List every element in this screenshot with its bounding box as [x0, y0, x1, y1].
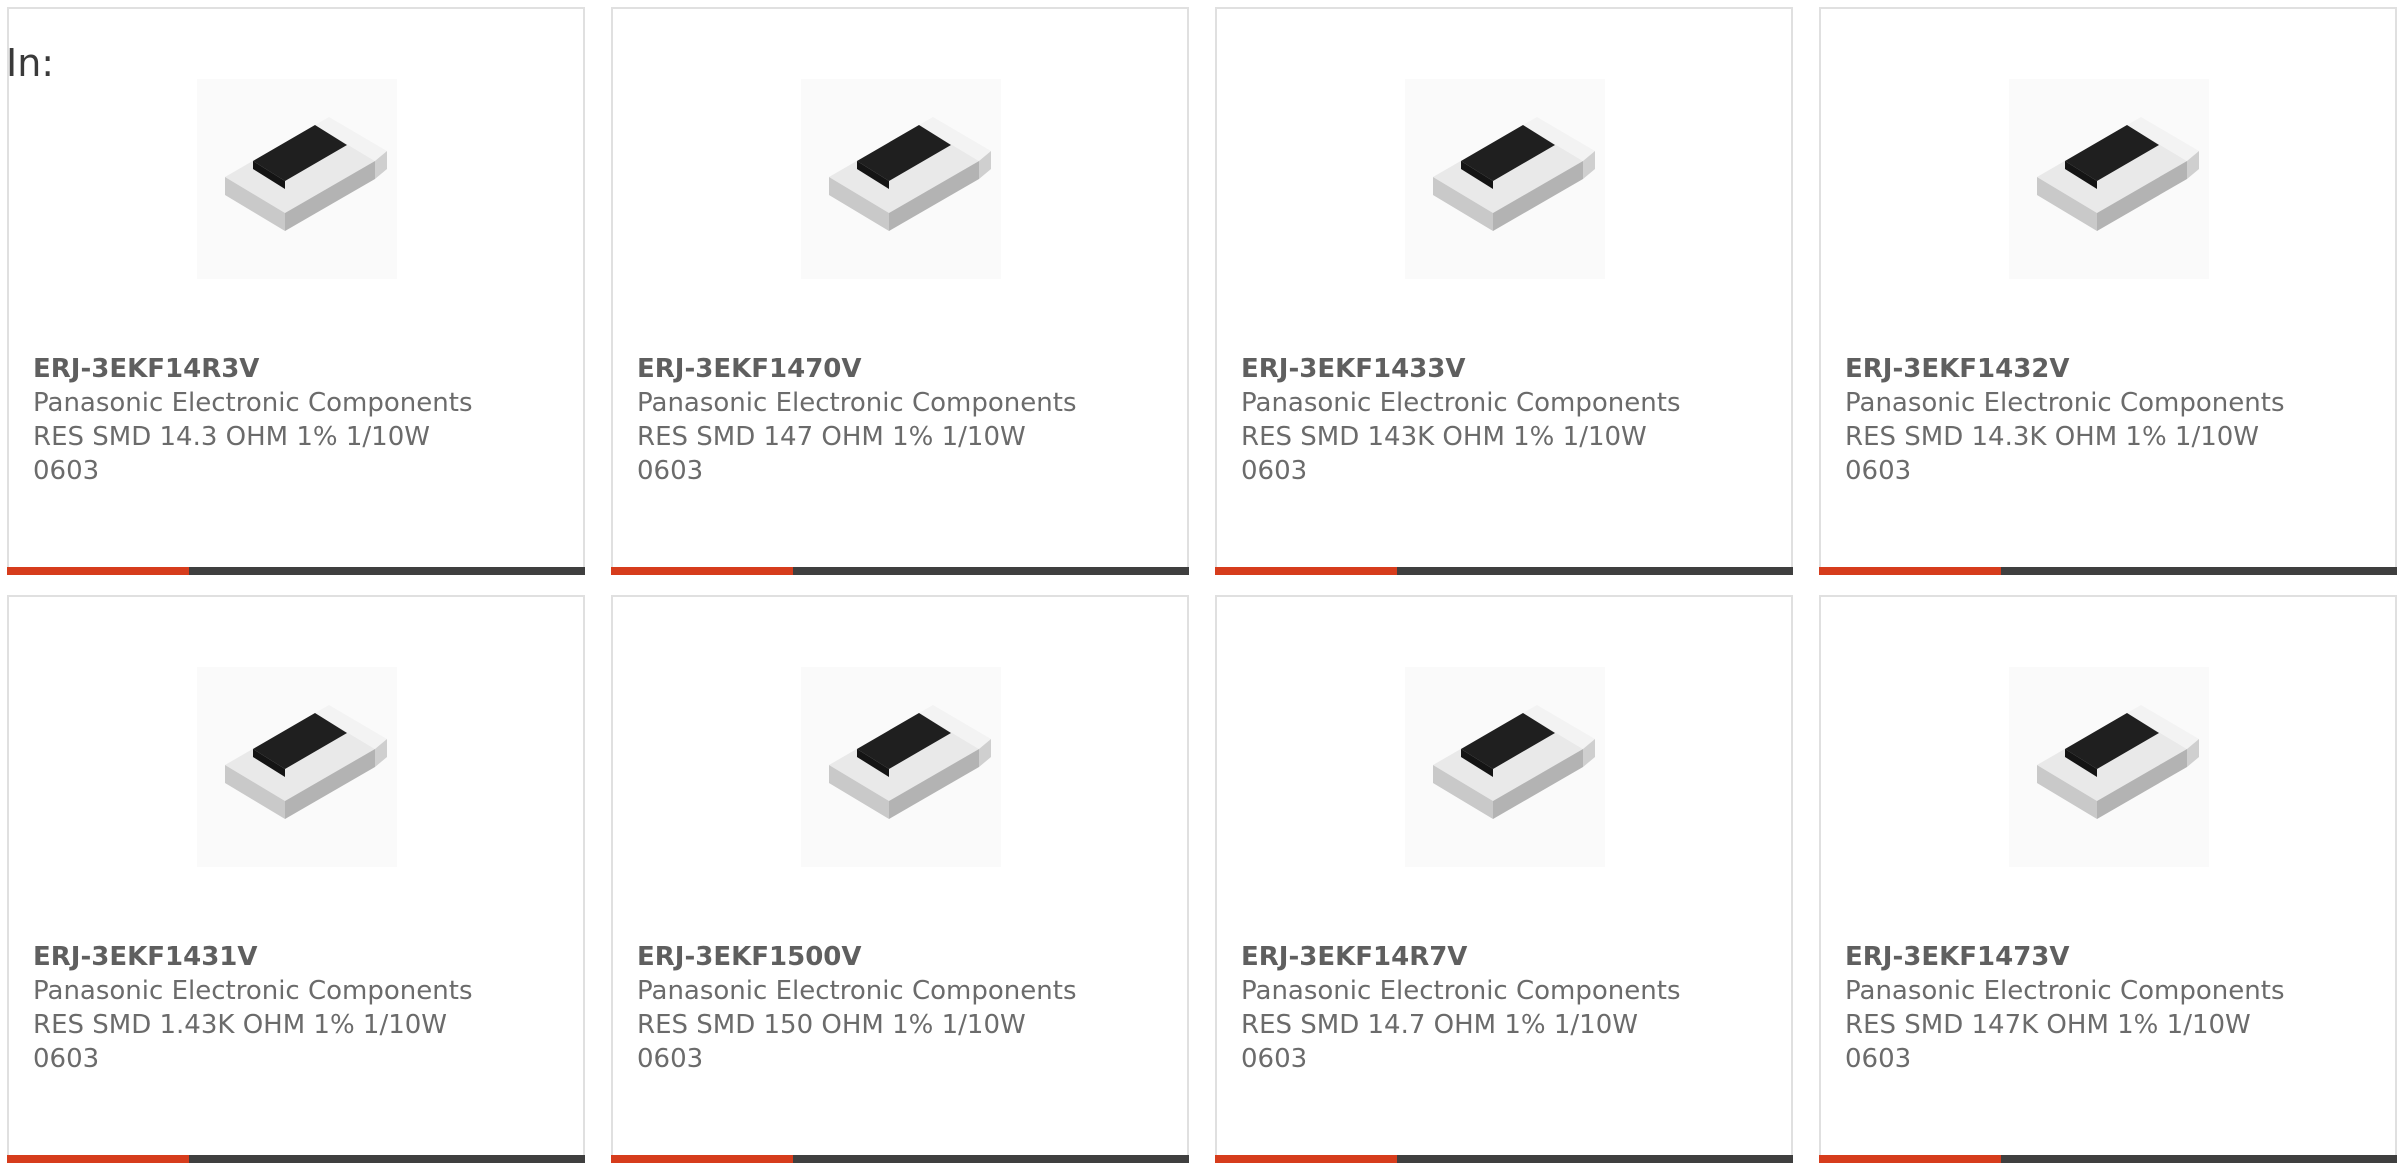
- part-number[interactable]: ERJ-3EKF1473V: [1845, 940, 2365, 974]
- manufacturer: Panasonic Electronic Components: [1845, 388, 2285, 418]
- card-bottom-bar: [1819, 567, 2397, 575]
- card-dark-bar: [2001, 567, 2397, 575]
- product-image[interactable]: [801, 667, 1001, 867]
- product-card[interactable]: ERJ-3EKF1500V Panasonic Electronic Compon…: [611, 595, 1189, 1163]
- product-card[interactable]: ERJ-3EKF1433V Panasonic Electronic Compon…: [1215, 7, 1793, 575]
- card-dark-bar: [793, 567, 1189, 575]
- card-accent-bar: [7, 567, 189, 575]
- product-grid: ERJ-3EKF14R3V Panasonic Electronic Compon…: [7, 7, 2400, 1163]
- product-description: RES SMD 150 OHM 1% 1/10W 0603: [637, 1010, 1026, 1074]
- part-number[interactable]: ERJ-3EKF1431V: [33, 940, 553, 974]
- smd-resistor-chip-icon: [801, 667, 1001, 867]
- card-dark-bar: [1397, 567, 1793, 575]
- smd-resistor-chip-icon: [2009, 79, 2209, 279]
- smd-resistor-chip-icon: [197, 79, 397, 279]
- product-info: ERJ-3EKF1470V Panasonic Electronic Compon…: [637, 352, 1157, 488]
- product-image[interactable]: [801, 79, 1001, 279]
- product-card[interactable]: ERJ-3EKF14R7V Panasonic Electronic Compon…: [1215, 595, 1793, 1163]
- card-bottom-bar: [611, 567, 1189, 575]
- smd-resistor-chip-icon: [1405, 79, 1605, 279]
- smd-resistor-chip-icon: [1405, 667, 1605, 867]
- manufacturer: Panasonic Electronic Components: [1241, 388, 1681, 418]
- product-info: ERJ-3EKF1433V Panasonic Electronic Compon…: [1241, 352, 1761, 488]
- product-card[interactable]: ERJ-3EKF1431V Panasonic Electronic Compon…: [7, 595, 585, 1163]
- product-card[interactable]: ERJ-3EKF1432V Panasonic Electronic Compon…: [1819, 7, 2397, 575]
- product-info: ERJ-3EKF14R3V Panasonic Electronic Compon…: [33, 352, 553, 488]
- product-info: ERJ-3EKF1432V Panasonic Electronic Compon…: [1845, 352, 2365, 488]
- card-dark-bar: [189, 567, 585, 575]
- product-card[interactable]: ERJ-3EKF14R3V Panasonic Electronic Compon…: [7, 7, 585, 575]
- part-number[interactable]: ERJ-3EKF1470V: [637, 352, 1157, 386]
- part-number[interactable]: ERJ-3EKF1432V: [1845, 352, 2365, 386]
- in-label: In:: [6, 41, 55, 85]
- product-info: ERJ-3EKF1500V Panasonic Electronic Compon…: [637, 940, 1157, 1076]
- product-card[interactable]: ERJ-3EKF1470V Panasonic Electronic Compon…: [611, 7, 1189, 575]
- product-image[interactable]: [1405, 667, 1605, 867]
- product-info: ERJ-3EKF1473V Panasonic Electronic Compon…: [1845, 940, 2365, 1076]
- manufacturer: Panasonic Electronic Components: [637, 388, 1077, 418]
- product-description: RES SMD 14.7 OHM 1% 1/10W 0603: [1241, 1010, 1638, 1074]
- product-description: RES SMD 147 OHM 1% 1/10W 0603: [637, 422, 1026, 486]
- product-description: RES SMD 143K OHM 1% 1/10W 0603: [1241, 422, 1647, 486]
- manufacturer: Panasonic Electronic Components: [1845, 976, 2285, 1006]
- product-info: ERJ-3EKF14R7V Panasonic Electronic Compon…: [1241, 940, 1761, 1076]
- card-bottom-bar: [7, 567, 585, 575]
- product-description: RES SMD 14.3 OHM 1% 1/10W 0603: [33, 422, 430, 486]
- manufacturer: Panasonic Electronic Components: [1241, 976, 1681, 1006]
- card-accent-bar: [611, 567, 793, 575]
- manufacturer: Panasonic Electronic Components: [33, 976, 473, 1006]
- product-image[interactable]: [1405, 79, 1605, 279]
- manufacturer: Panasonic Electronic Components: [33, 388, 473, 418]
- card-bottom-bar: [1215, 567, 1793, 575]
- product-info: ERJ-3EKF1431V Panasonic Electronic Compon…: [33, 940, 553, 1076]
- smd-resistor-chip-icon: [197, 667, 397, 867]
- part-number[interactable]: ERJ-3EKF14R7V: [1241, 940, 1761, 974]
- product-image[interactable]: [2009, 667, 2209, 867]
- product-image[interactable]: [2009, 79, 2209, 279]
- part-number[interactable]: ERJ-3EKF1433V: [1241, 352, 1761, 386]
- product-image[interactable]: [197, 667, 397, 867]
- product-description: RES SMD 14.3K OHM 1% 1/10W 0603: [1845, 422, 2260, 486]
- part-number[interactable]: ERJ-3EKF14R3V: [33, 352, 553, 386]
- product-image[interactable]: [197, 79, 397, 279]
- card-accent-bar: [1819, 567, 2001, 575]
- product-description: RES SMD 1.43K OHM 1% 1/10W 0603: [33, 1010, 448, 1074]
- part-number[interactable]: ERJ-3EKF1500V: [637, 940, 1157, 974]
- product-description: RES SMD 147K OHM 1% 1/10W 0603: [1845, 1010, 2251, 1074]
- manufacturer: Panasonic Electronic Components: [637, 976, 1077, 1006]
- card-accent-bar: [1215, 567, 1397, 575]
- smd-resistor-chip-icon: [2009, 667, 2209, 867]
- smd-resistor-chip-icon: [801, 79, 1001, 279]
- product-card[interactable]: ERJ-3EKF1473V Panasonic Electronic Compon…: [1819, 595, 2397, 1163]
